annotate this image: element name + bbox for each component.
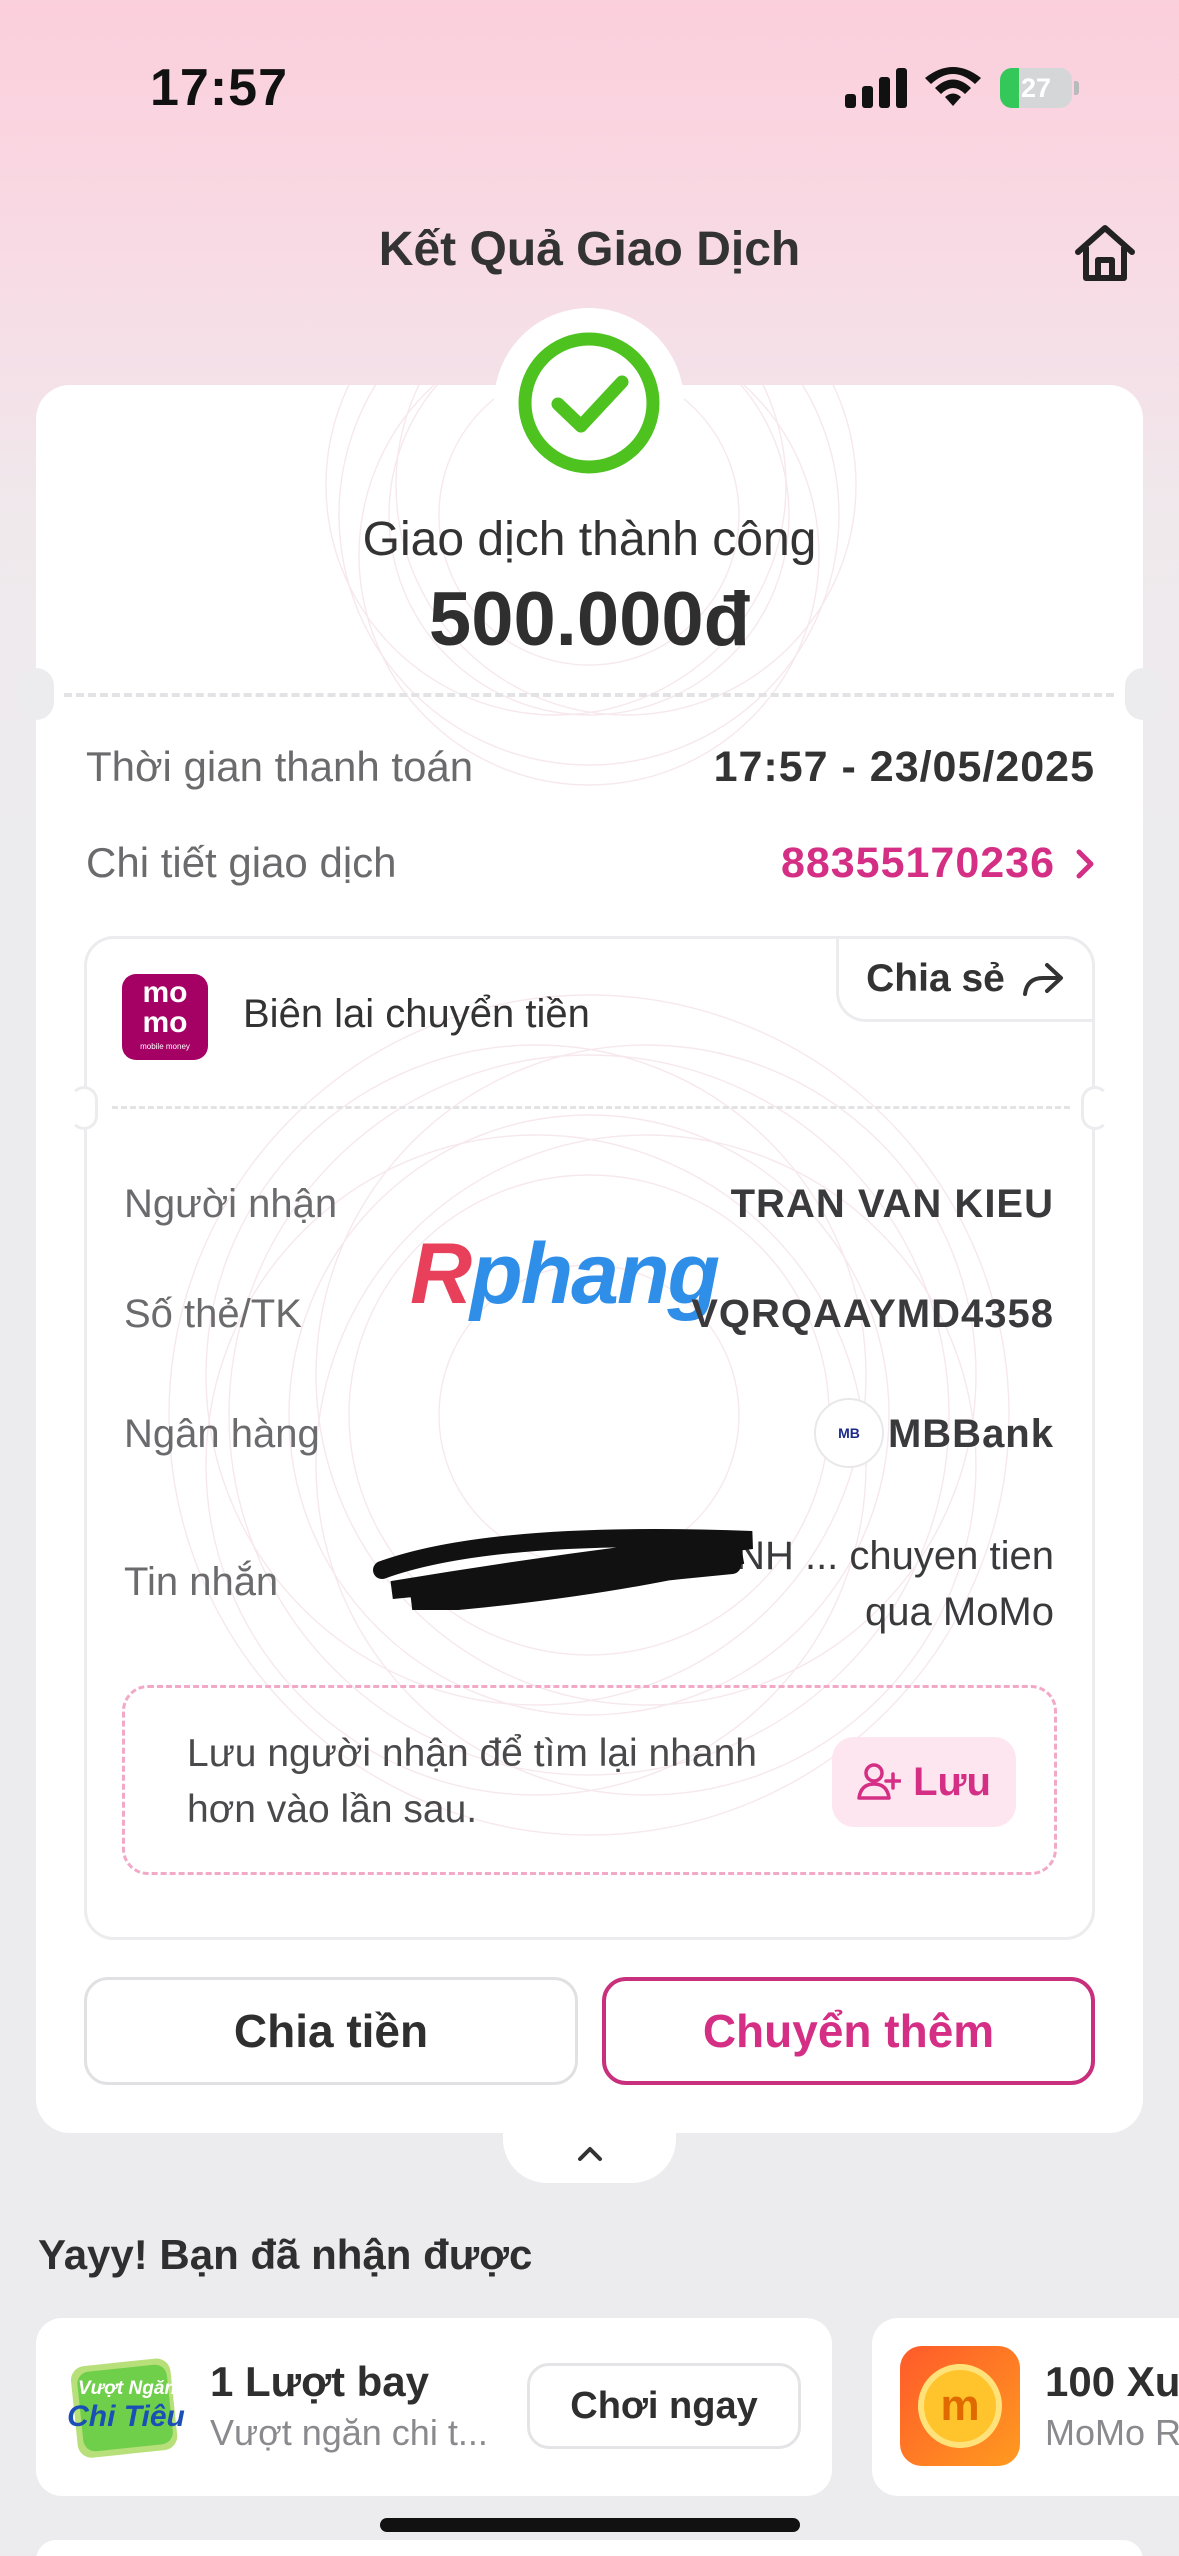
transfer-more-button[interactable]: Chuyển thêm (602, 1977, 1095, 2085)
mbbank-logo: MB (814, 1398, 884, 1468)
collapse-toggle[interactable] (503, 2125, 676, 2183)
save-recipient-hint: Lưu người nhận để tìm lại nhanh hơn vào … (187, 1732, 757, 1831)
share-label: Chia sẻ (866, 957, 1005, 1000)
page-title: Kết Quả Giao Dịch (378, 223, 801, 276)
watermark: Rphang (410, 1226, 720, 1322)
bank-value: MBBank (887, 1412, 1054, 1456)
receipt-divider (112, 1106, 1070, 1109)
ticket-notch-left (18, 668, 54, 720)
transaction-amount: 500.000đ (428, 577, 751, 662)
play-now-button[interactable]: Chơi ngay (527, 2363, 801, 2449)
reward-subtitle: Vượt ngăn chi t... (210, 2412, 488, 2453)
coin-icon: m (900, 2346, 1020, 2466)
home-icon[interactable] (1070, 220, 1140, 286)
share-button[interactable]: Chia sẻ (836, 936, 1095, 1022)
momo-logo: mo mo mobile money (122, 974, 208, 1060)
game-icon-text-2: Chi Tiêu (67, 2400, 185, 2433)
reward-title: 100 Xu (1045, 2358, 1179, 2405)
transaction-id-link[interactable]: 88355170236 (781, 839, 1095, 888)
transaction-id: 88355170236 (780, 839, 1055, 887)
chevron-right-icon (1076, 849, 1094, 878)
account-label: Số thẻ/TK (124, 1292, 302, 1336)
payment-time-label: Thời gian thanh toán (86, 743, 474, 790)
bottom-card (36, 2540, 1143, 2556)
bank-label: Ngân hàng (124, 1412, 320, 1456)
payment-time-value: 17:57 - 23/05/2025 (713, 743, 1095, 791)
home-indicator (380, 2518, 800, 2532)
receipt-notch-right (1081, 1086, 1109, 1130)
ticket-notch-right (1125, 668, 1161, 720)
message-label: Tin nhắn (124, 1560, 279, 1604)
battery-percent: 27 (1020, 73, 1052, 103)
share-icon (1022, 963, 1063, 996)
receipt-title: Biên lai chuyển tiền (243, 992, 590, 1036)
transaction-detail-label: Chi tiết giao dịch (86, 839, 397, 886)
battery-icon: 27 (1000, 68, 1079, 108)
add-user-icon (857, 1763, 902, 1800)
split-money-button[interactable]: Chia tiền (84, 1977, 578, 2085)
rewards-title: Yayy! Bạn đã nhận được (38, 2231, 533, 2278)
game-icon-text-1: Vượt Ngăn (77, 2378, 177, 2399)
cellular-signal-icon (845, 68, 907, 108)
divider (64, 693, 1114, 697)
check-circle-icon (518, 332, 660, 474)
recipient-value: TRAN VAN KIEU (730, 1182, 1054, 1226)
chevron-up-icon (577, 2147, 602, 2161)
transaction-status: Giao dịch thành công (362, 513, 817, 566)
save-recipient-button[interactable]: Lưu (832, 1737, 1016, 1827)
save-label: Lưu (913, 1759, 991, 1804)
status-bar: 17:57 27 (0, 0, 1179, 170)
redaction-scribble (373, 1529, 753, 1610)
recipient-label: Người nhận (124, 1182, 338, 1226)
reward-subtitle: MoMo R (1045, 2412, 1179, 2453)
account-value: VQRQAAYMD4358 (691, 1292, 1054, 1336)
status-time: 17:57 (150, 59, 288, 117)
wifi-icon (925, 67, 981, 106)
reward-title: 1 Lượt bay (210, 2358, 429, 2405)
receipt-notch-left (70, 1086, 98, 1130)
